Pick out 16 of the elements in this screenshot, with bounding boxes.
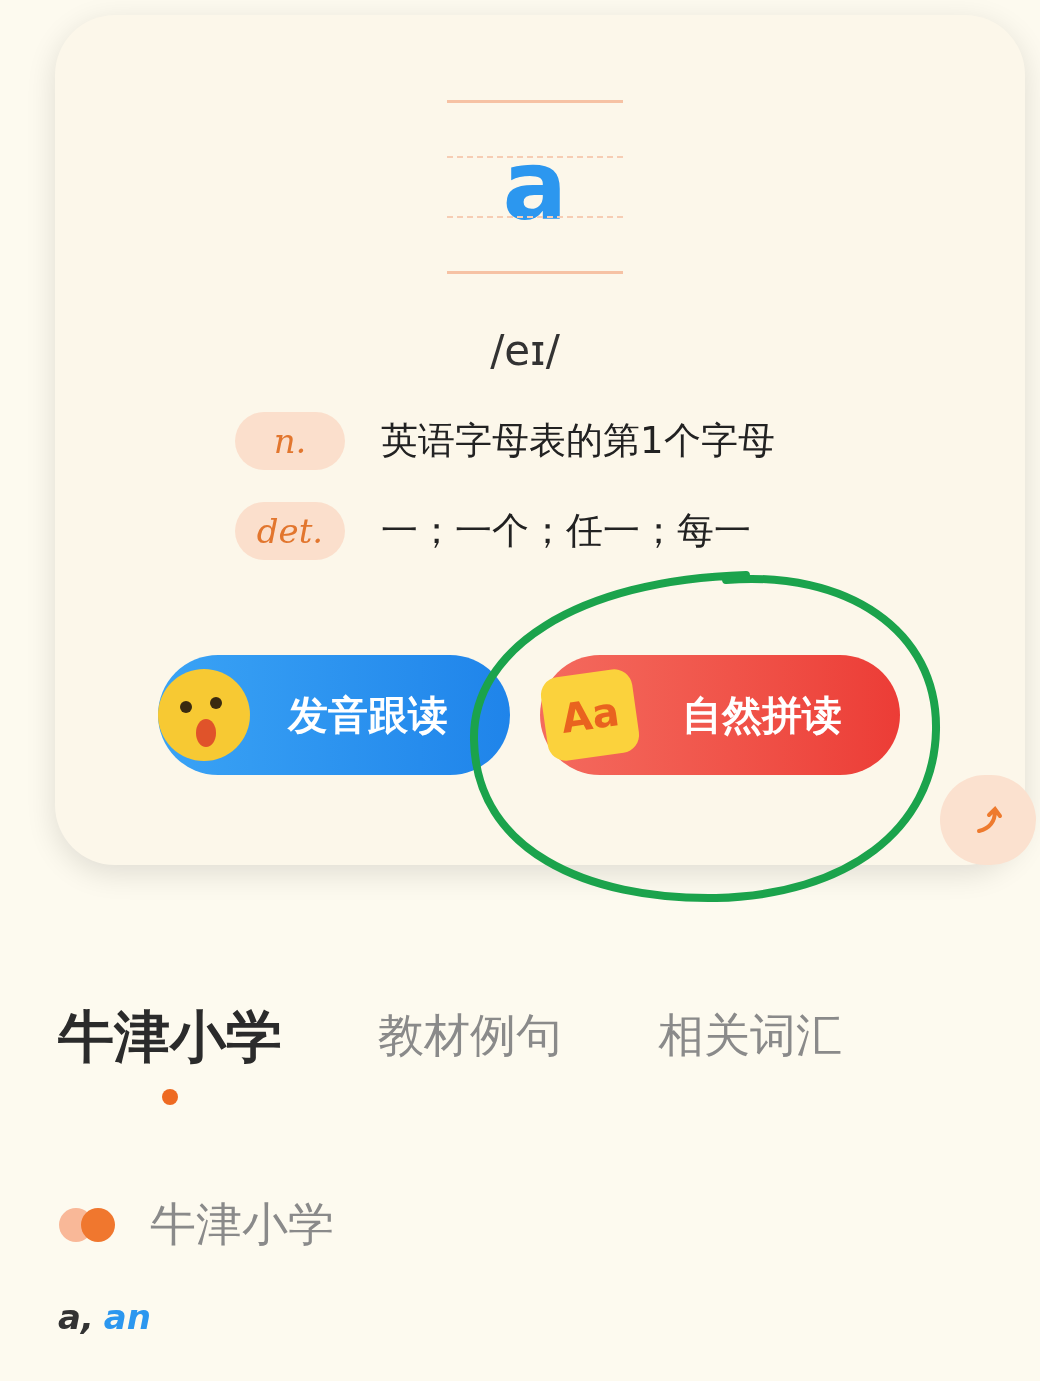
tab[interactable]: 教材例句: [378, 995, 562, 1105]
surprised-face-icon: [156, 667, 252, 763]
definition-text: 一；一个；任一；每一: [381, 508, 751, 555]
phonetic-text: /eɪ/: [490, 325, 560, 377]
phonics-button[interactable]: Aa 自然拼读: [540, 655, 900, 775]
part-of-speech-badge: n.: [235, 412, 345, 470]
word-form-text: a,: [58, 1296, 94, 1339]
section-title: 牛津小学: [150, 1196, 334, 1253]
part-of-speech-badge: det.: [235, 502, 345, 560]
definition-text: 英语字母表的第1个字母: [381, 418, 775, 465]
tab[interactable]: 相关词汇: [658, 995, 842, 1105]
word-link[interactable]: an: [103, 1292, 151, 1343]
tab[interactable]: 牛津小学: [58, 995, 282, 1105]
double-circle-icon: [58, 1206, 116, 1243]
letters-icon: Aa: [538, 667, 642, 763]
follow-read-button[interactable]: 发音跟读: [158, 655, 510, 775]
